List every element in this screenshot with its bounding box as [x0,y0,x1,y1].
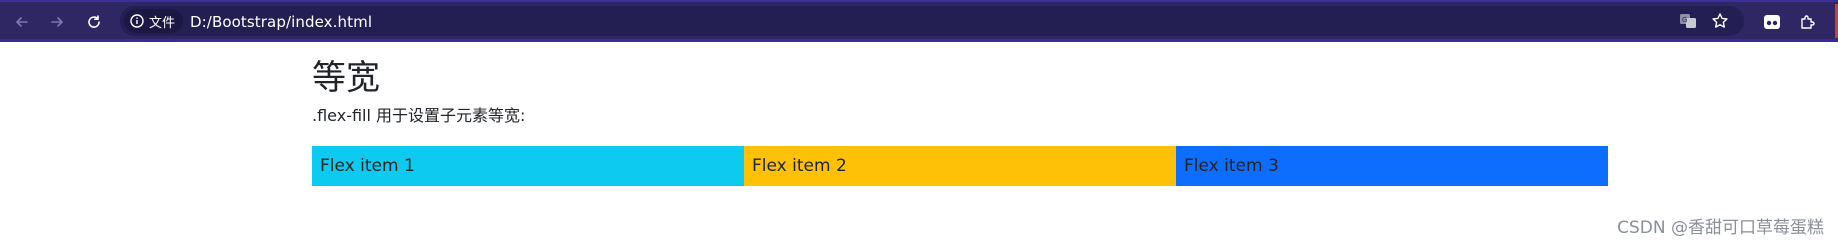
site-info-label: 文件 [149,15,176,31]
address-bar[interactable]: 文件 D:/Bootstrap/index.html G [120,6,1744,36]
page-heading: 等宽 [312,58,380,98]
arrow-right-icon [51,17,63,27]
svg-text:G: G [1682,16,1687,24]
browser-toolbar: 文件 D:/Bootstrap/index.html G [0,0,1838,42]
site-info-chip[interactable]: 文件 [124,9,184,33]
page-description: .flex-fill 用于设置子元素等宽: [312,106,526,125]
reload-button[interactable] [82,10,106,34]
flex-item-2: Flex item 2 [744,146,1176,186]
profile-button[interactable] [1760,10,1784,34]
bookmark-button[interactable] [1710,11,1730,31]
forward-button[interactable] [45,10,69,34]
translate-icon: G [1680,14,1696,28]
extensions-button[interactable] [1796,10,1820,34]
star-icon [1712,13,1728,28]
flex-fill-row: Flex item 1 Flex item 2 Flex item 3 [312,146,1608,186]
info-icon [130,14,144,28]
arrow-left-icon [16,17,28,27]
reload-icon [88,15,100,28]
flex-item-3: Flex item 3 [1176,146,1608,186]
incognito-icon [1764,15,1780,29]
page-content: 等宽 .flex-fill 用于设置子元素等宽: Flex item 1 Fle… [312,42,1608,186]
url-text[interactable]: D:/Bootstrap/index.html [190,13,372,31]
translate-button[interactable]: G [1678,11,1698,31]
flex-item-1: Flex item 1 [312,146,744,186]
back-button[interactable] [10,10,34,34]
puzzle-icon [1801,15,1815,29]
csdn-watermark: CSDN @香甜可口草莓蛋糕 [1617,218,1824,238]
